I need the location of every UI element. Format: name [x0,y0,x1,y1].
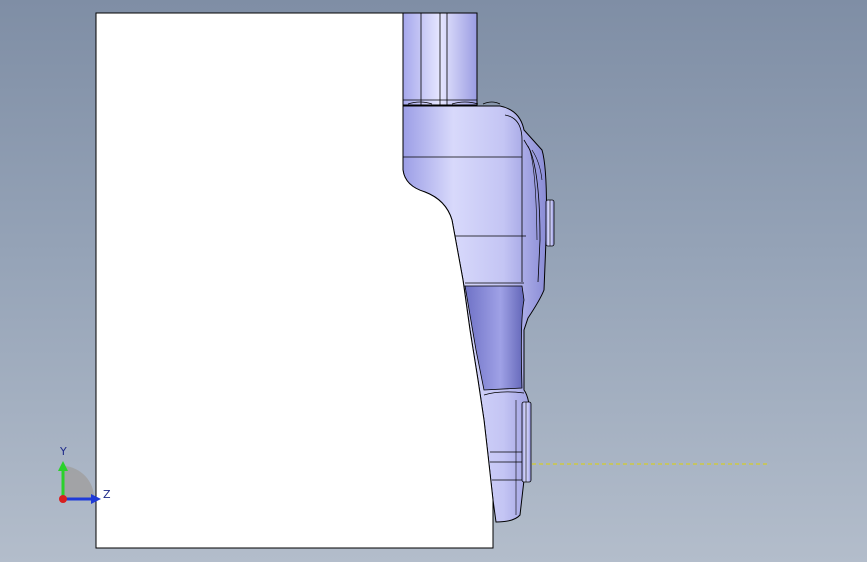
graphics-viewport[interactable]: Y Z [0,0,867,562]
z-axis-label: Z [103,488,111,501]
y-axis-arrowhead [58,461,68,471]
upper-boss[interactable] [545,199,555,247]
lower-boss[interactable] [521,401,532,483]
y-axis-label: Y [59,445,67,458]
top-shaft[interactable] [402,12,501,106]
model-view[interactable]: Y Z [0,0,867,562]
triad-origin [59,495,67,503]
